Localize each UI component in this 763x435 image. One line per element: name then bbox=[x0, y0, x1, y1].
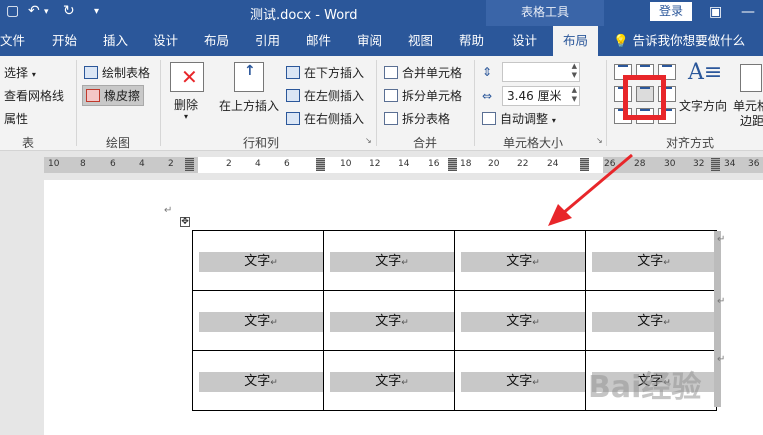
paragraph-mark: ↵ bbox=[532, 378, 540, 388]
cell-text-shading: 文字↵ bbox=[461, 372, 585, 392]
cell-text: 文字 bbox=[637, 254, 664, 269]
cell-text: 文字 bbox=[506, 374, 533, 389]
table-row: 文字↵ 文字↵ 文字↵ 文字↵ bbox=[192, 290, 717, 351]
row-end-marker-strip bbox=[714, 231, 721, 407]
paragraph-mark: ↵ bbox=[270, 318, 278, 328]
cell-text-shading: 文字↵ bbox=[199, 372, 323, 392]
paragraph-mark: ↵ bbox=[270, 258, 278, 268]
paragraph-mark: ↵ bbox=[401, 258, 409, 268]
cell-text: 文字 bbox=[637, 314, 664, 329]
table-cell[interactable]: 文字↵ bbox=[192, 290, 324, 351]
cell-text-shading: 文字↵ bbox=[461, 252, 585, 272]
table-row: 文字↵ 文字↵ 文字↵ 文字↵ bbox=[192, 230, 717, 291]
table-cell[interactable]: 文字↵ bbox=[192, 230, 324, 291]
table-cell[interactable]: 文字↵ bbox=[323, 230, 455, 291]
row-end-mark: ↵ bbox=[717, 354, 726, 365]
cell-text: 文字 bbox=[375, 314, 402, 329]
paragraph-mark: ↵ bbox=[532, 318, 540, 328]
table-cell[interactable]: 文字↵ bbox=[454, 350, 586, 411]
cell-text-shading: 文字↵ bbox=[461, 312, 585, 332]
row-end-mark: ↵ bbox=[717, 234, 726, 245]
cell-text: 文字 bbox=[375, 374, 402, 389]
paragraph-mark: ↵ bbox=[663, 318, 671, 328]
cell-text: 文字 bbox=[244, 314, 271, 329]
cell-text-shading: 文字↵ bbox=[592, 252, 716, 272]
paragraph-mark: ↵ bbox=[401, 378, 409, 388]
cell-text: 文字 bbox=[244, 374, 271, 389]
cell-text-shading: 文字↵ bbox=[330, 312, 454, 332]
cell-text-shading: 文字↵ bbox=[592, 312, 716, 332]
cell-text: 文字 bbox=[244, 254, 271, 269]
paragraph-mark: ↵ bbox=[270, 378, 278, 388]
arrow-shaft bbox=[561, 153, 633, 216]
baidu-jingyan-watermark: Bai经验 bbox=[588, 370, 702, 405]
cell-text: 文字 bbox=[506, 314, 533, 329]
table-cell[interactable]: 文字↵ bbox=[323, 350, 455, 411]
cell-text: 文字 bbox=[506, 254, 533, 269]
table-cell[interactable]: 文字↵ bbox=[323, 290, 455, 351]
cell-text-shading: 文字↵ bbox=[330, 252, 454, 272]
cell-text-shading: 文字↵ bbox=[199, 252, 323, 272]
cell-text-shading: 文字↵ bbox=[330, 372, 454, 392]
paragraph-mark: ↵ bbox=[532, 258, 540, 268]
table-cell[interactable]: 文字↵ bbox=[585, 290, 717, 351]
table-cell[interactable]: 文字↵ bbox=[454, 290, 586, 351]
cell-text-shading: 文字↵ bbox=[199, 312, 323, 332]
row-end-mark: ↵ bbox=[717, 296, 726, 307]
paragraph-mark: ↵ bbox=[663, 258, 671, 268]
table-cell[interactable]: 文字↵ bbox=[585, 230, 717, 291]
cell-text: 文字 bbox=[375, 254, 402, 269]
table-cell[interactable]: 文字↵ bbox=[454, 230, 586, 291]
paragraph-mark: ↵ bbox=[401, 318, 409, 328]
table-cell[interactable]: 文字↵ bbox=[192, 350, 324, 411]
